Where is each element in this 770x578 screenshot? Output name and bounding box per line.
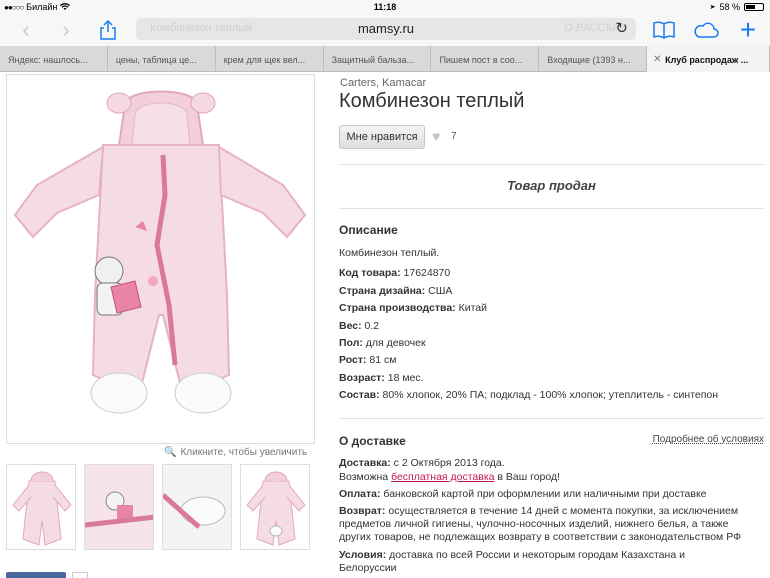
tab-post[interactable]: Пишем пост в соо... bbox=[431, 46, 540, 72]
like-button[interactable]: Мне нравится bbox=[339, 125, 425, 149]
product-title: Комбинезон теплый bbox=[339, 90, 525, 112]
battery-icon bbox=[744, 3, 764, 11]
back-icon[interactable]: ‹ bbox=[12, 16, 40, 44]
description-title: Описание bbox=[339, 223, 398, 237]
tab-inbox[interactable]: Входящие (1393 н... bbox=[539, 46, 648, 72]
delivery-terms-2: Белоруссии bbox=[339, 562, 397, 574]
divider bbox=[339, 418, 764, 419]
share-icon[interactable] bbox=[94, 16, 122, 44]
battery-percent: 58 % bbox=[719, 2, 740, 12]
tab-yandex[interactable]: Яндекс: нашлось... bbox=[0, 46, 108, 72]
field-weight: Вес: 0.2 bbox=[339, 320, 380, 332]
delivery-more-link[interactable]: Подробнее об условиях bbox=[653, 434, 764, 445]
delivery-return: Возврат: осуществляется в течение 14 дне… bbox=[339, 505, 739, 517]
forward-icon[interactable]: › bbox=[52, 16, 80, 44]
delivery-title: О доставке bbox=[339, 434, 406, 448]
tab-sale-club[interactable]: ✕ Клуб распродаж ... bbox=[647, 46, 770, 72]
field-code: Код товара: 17624870 bbox=[339, 267, 451, 279]
field-height: Рост: 81 см bbox=[339, 354, 397, 366]
delivery-date: Доставка: с 2 Октября 2013 года. bbox=[339, 457, 505, 469]
magnifier-icon: 🔍 bbox=[164, 447, 177, 458]
heart-icon: ♥ bbox=[432, 128, 441, 144]
thumbnail-strip bbox=[6, 464, 310, 550]
delivery-return-3: других товаров, не подлежащих возврату в… bbox=[339, 531, 742, 543]
delivery-return-2: предметов личной гигиены, чулочно-носочн… bbox=[339, 518, 729, 530]
delivery-free: Возможна бесплатная доставка в Ваш город… bbox=[339, 471, 561, 483]
cloud-tabs-icon[interactable] bbox=[692, 16, 720, 44]
zoom-hint-text: Кликните, чтобы увеличить bbox=[180, 447, 308, 458]
thumbnail-4[interactable] bbox=[240, 464, 310, 550]
product-brand: Carters, Kamacar bbox=[340, 77, 427, 89]
field-age: Возраст: 18 мес. bbox=[339, 372, 424, 384]
bookmarks-icon[interactable] bbox=[650, 16, 678, 44]
thumbnail-1[interactable] bbox=[6, 464, 76, 550]
sold-status: Товар продан bbox=[507, 178, 596, 193]
address-bar[interactable]: Комбинезон теплый О РАССКАЗ mamsy.ru ↻ bbox=[136, 18, 636, 40]
zoom-hint[interactable]: 🔍 Кликните, чтобы увеличить bbox=[164, 447, 307, 458]
address-host: mamsy.ru bbox=[357, 21, 415, 36]
location-icon: ➤ bbox=[709, 4, 716, 11]
delivery-payment: Оплата: банковской картой при оформлении… bbox=[339, 488, 707, 500]
reload-icon[interactable]: ↻ bbox=[615, 19, 628, 37]
field-design-country: Страна дизайна: США bbox=[339, 285, 453, 297]
clock: 11:18 bbox=[373, 2, 397, 12]
snowsuit-image bbox=[13, 90, 307, 414]
description-text: Комбинезон теплый. bbox=[339, 247, 440, 259]
new-tab-icon[interactable]: + bbox=[734, 14, 762, 45]
like-count: 7 bbox=[451, 131, 457, 142]
field-composition: Состав: 80% хлопок, 20% ПА; подклад - 10… bbox=[339, 389, 719, 401]
status-bar: ●●○○○ Билайн 11:18 ➤ 58 % bbox=[0, 0, 770, 14]
facebook-like-button[interactable] bbox=[6, 572, 66, 578]
browser-toolbar: ‹ › Комбинезон теплый О РАССКАЗ mamsy.ru… bbox=[0, 14, 770, 46]
tab-prices[interactable]: цены, таблица це... bbox=[108, 46, 216, 72]
delivery-terms: Условия: доставка по всей России и некот… bbox=[339, 549, 685, 561]
field-gender: Пол: для девочек bbox=[339, 337, 426, 349]
field-made-in: Страна производства: Китай bbox=[339, 302, 487, 314]
divider bbox=[339, 164, 764, 165]
free-delivery-link[interactable]: бесплатная доставка bbox=[391, 471, 494, 483]
divider bbox=[339, 208, 764, 209]
close-tab-icon[interactable]: ✕ bbox=[653, 54, 661, 65]
tab-balm[interactable]: Защитный бальза... bbox=[324, 46, 432, 72]
thumbnail-3[interactable] bbox=[162, 464, 232, 550]
tab-cream[interactable]: крем для щек вел... bbox=[216, 46, 324, 72]
share-plus-button[interactable] bbox=[72, 572, 88, 578]
tab-bar: Яндекс: нашлось... цены, таблица це... к… bbox=[0, 46, 770, 72]
product-main-image[interactable] bbox=[6, 74, 315, 444]
thumbnail-2[interactable] bbox=[84, 464, 154, 550]
tab-sale-club-label: Клуб распродаж ... bbox=[665, 55, 749, 65]
